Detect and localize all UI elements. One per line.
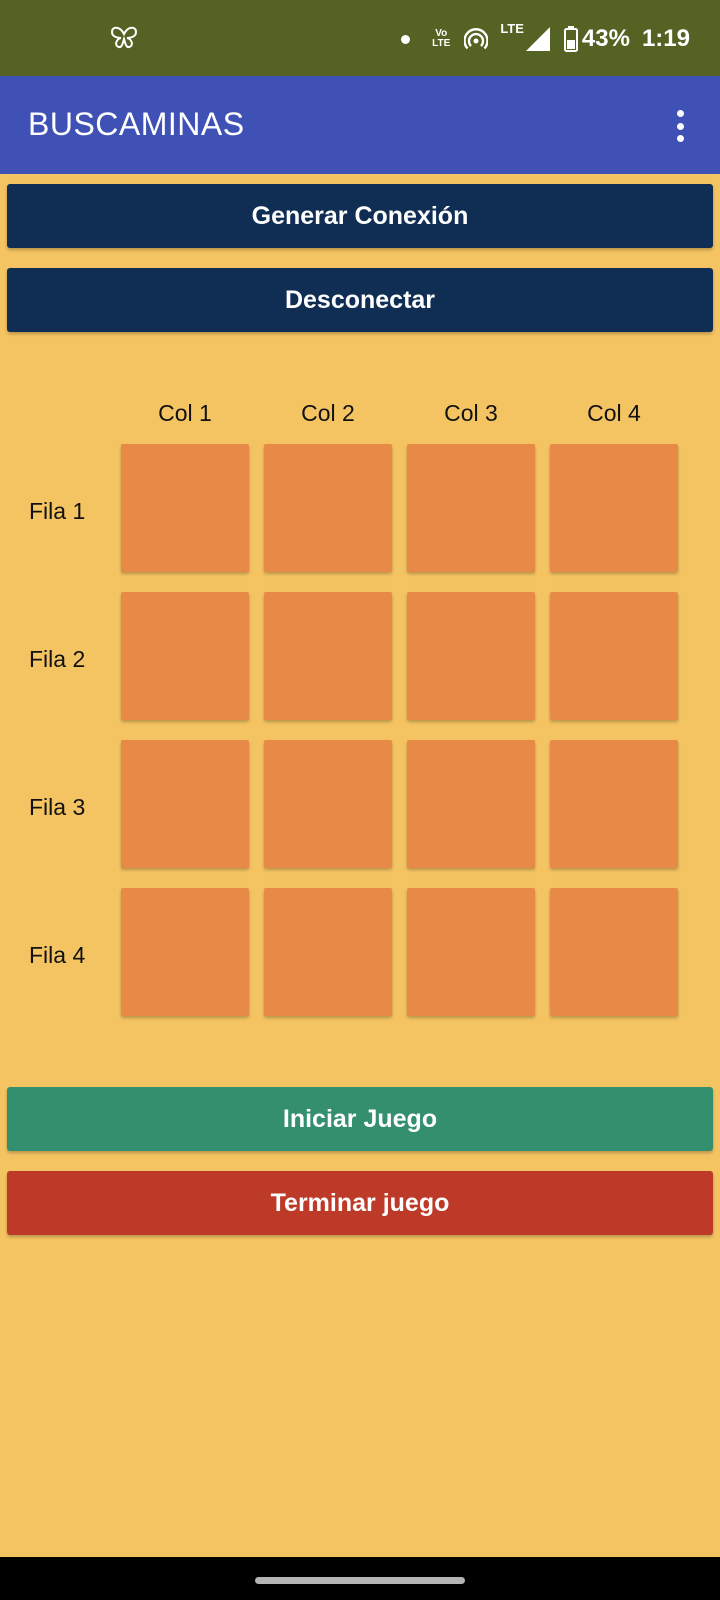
generate-connection-button[interactable]: Generar Conexión <box>7 184 713 248</box>
column-header: Col 1 <box>158 400 212 426</box>
column-header: Col 3 <box>444 400 498 426</box>
board-cell-r2-c1[interactable] <box>121 592 249 720</box>
home-gesture-handle[interactable] <box>255 1577 465 1584</box>
status-bar: Vo LTE LTE 43% 1:19 <box>0 0 720 76</box>
board-cell-r4-c4[interactable] <box>550 888 678 1016</box>
board-cell-r2-c2[interactable] <box>264 592 392 720</box>
board-cell-r3-c1[interactable] <box>121 740 249 868</box>
board-cell-r1-c1[interactable] <box>121 444 249 572</box>
end-game-button[interactable]: Terminar juego <box>7 1171 713 1235</box>
row-label: Fila 1 <box>29 498 86 524</box>
status-clock: 1:19 <box>641 25 690 52</box>
battery-icon <box>563 26 578 52</box>
start-game-button[interactable]: Iniciar Juego <box>7 1087 713 1151</box>
navigation-bar <box>0 1557 720 1600</box>
app-bar: BUSCAMINAS <box>0 76 720 174</box>
column-header: Col 4 <box>587 400 641 426</box>
board-cell-r3-c4[interactable] <box>550 740 678 868</box>
row-label: Fila 2 <box>29 646 86 672</box>
row-label: Fila 4 <box>29 942 86 968</box>
notification-dot-icon <box>401 34 411 44</box>
board-cell-r1-c3[interactable] <box>407 444 535 572</box>
hotspot-icon <box>464 28 489 50</box>
app-title: BUSCAMINAS <box>28 106 245 142</box>
board-cell-r1-c4[interactable] <box>550 444 678 572</box>
butterfly-icon <box>110 26 138 49</box>
disconnect-button[interactable]: Desconectar <box>7 268 713 332</box>
row-label: Fila 3 <box>29 794 86 820</box>
board-cell-r3-c2[interactable] <box>264 740 392 868</box>
board-cell-r4-c1[interactable] <box>121 888 249 1016</box>
more-vert-icon[interactable] <box>674 110 686 142</box>
board-cell-r2-c3[interactable] <box>407 592 535 720</box>
board-cell-r2-c4[interactable] <box>550 592 678 720</box>
board-cell-r4-c3[interactable] <box>407 888 535 1016</box>
board-cell-r4-c2[interactable] <box>264 888 392 1016</box>
board-cell-r1-c2[interactable] <box>264 444 392 572</box>
battery-percent: 43% <box>581 25 630 52</box>
lte-signal-icon: LTE <box>500 21 550 51</box>
board-cell-r3-c3[interactable] <box>407 740 535 868</box>
volte-icon: Vo LTE <box>432 28 451 49</box>
column-header: Col 2 <box>301 400 355 426</box>
